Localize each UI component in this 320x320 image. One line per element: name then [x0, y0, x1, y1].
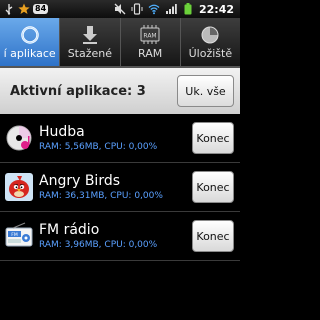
ram-chip-icon: RAM: [139, 24, 161, 45]
tab-bar: í aplikace Stažené RAM RAM Úložiště: [0, 18, 240, 68]
app-info: FM rádio RAM: 3,96MB, CPU: 0,00%: [39, 221, 192, 251]
tab-storage[interactable]: Úložiště: [181, 18, 240, 66]
notification-count-badge: 84: [33, 4, 49, 14]
tab-label: Úložiště: [188, 46, 233, 60]
app-info: Angry Birds RAM: 36,31MB, CPU: 0,00%: [39, 172, 192, 202]
status-bar: 84 22:42: [0, 0, 240, 18]
download-icon: [79, 25, 101, 45]
app-info: Hudba RAM: 5,56MB, CPU: 0,00%: [39, 123, 192, 153]
svg-text:FM: FM: [11, 232, 18, 238]
music-cd-icon: [5, 124, 33, 152]
status-time: 22:42: [198, 2, 234, 16]
status-right: 22:42: [114, 3, 240, 16]
radio-icon: FM: [5, 222, 33, 250]
list-item-fm-radio[interactable]: FM FM rádio RAM: 3,96MB, CPU: 0,00% Kone…: [0, 212, 240, 261]
status-left: 84: [0, 3, 49, 15]
usb-icon: [3, 3, 15, 15]
tab-ram[interactable]: RAM RAM: [121, 18, 181, 66]
tab-label: í aplikace: [3, 46, 56, 60]
battery-icon: [182, 3, 194, 15]
signal-icon: [165, 3, 177, 15]
app-name: FM rádio: [39, 222, 100, 238]
app-name: Angry Birds: [39, 173, 121, 189]
active-apps-count: Aktivní aplikace: 3: [10, 83, 146, 99]
vibrate-icon: [131, 3, 143, 15]
angry-bird-icon: [5, 173, 33, 201]
svg-text:RAM: RAM: [144, 32, 157, 39]
kill-all-button[interactable]: Uk. vše: [177, 75, 234, 107]
end-button[interactable]: Konec: [192, 220, 234, 252]
mute-icon: [114, 3, 126, 15]
storage-pie-icon: [199, 25, 221, 45]
app-stats: RAM: 5,56MB, CPU: 0,00%: [39, 142, 158, 152]
end-button[interactable]: Konec: [192, 171, 234, 203]
list-item-angry-birds[interactable]: Angry Birds RAM: 36,31MB, CPU: 0,00% Kon…: [0, 163, 240, 212]
star-icon: [18, 3, 30, 15]
tab-label: RAM: [138, 46, 163, 60]
app-list: Hudba RAM: 5,56MB, CPU: 0,00% Konec Angr…: [0, 114, 240, 261]
wifi-icon: [148, 3, 160, 15]
app-name: Hudba: [39, 124, 85, 140]
list-item-hudba[interactable]: Hudba RAM: 5,56MB, CPU: 0,00% Konec: [0, 114, 240, 163]
task-manager-screen: 84 22:42 í aplikace Stažené RAM RAM Úlož…: [0, 0, 240, 320]
tab-downloaded[interactable]: Stažené: [60, 18, 121, 66]
app-stats: RAM: 3,96MB, CPU: 0,00%: [39, 240, 158, 250]
active-apps-header: Aktivní aplikace: 3 Uk. vše: [0, 68, 240, 114]
app-stats: RAM: 36,31MB, CPU: 0,00%: [39, 191, 163, 201]
refresh-circle-icon: [19, 25, 41, 45]
tab-active-apps[interactable]: í aplikace: [0, 18, 61, 66]
tab-label: Stažené: [67, 46, 113, 60]
end-button[interactable]: Konec: [192, 122, 234, 154]
